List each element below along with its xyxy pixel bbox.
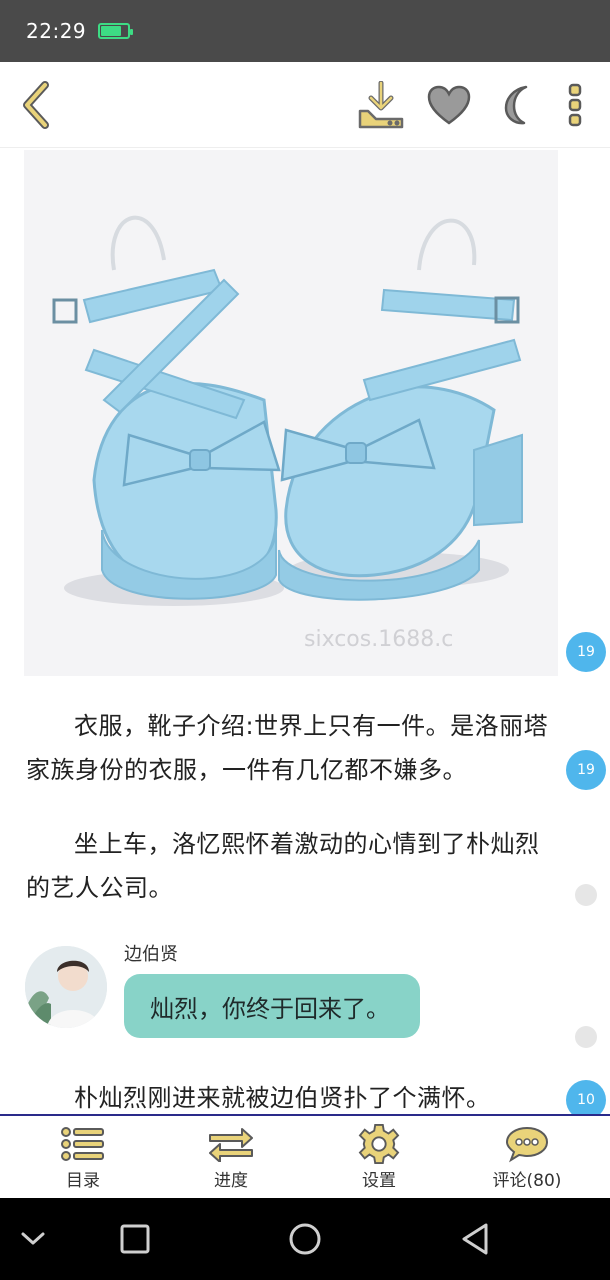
paragraph: 衣服，靴子介绍:世界上只有一件。是洛丽塔家族身份的衣服，一件有几亿都不嫌多。 bbox=[26, 712, 549, 784]
status-time: 22:29 bbox=[26, 19, 87, 43]
back-chevron-icon bbox=[23, 81, 49, 129]
reader-toolbar bbox=[0, 62, 610, 148]
battery-icon bbox=[98, 23, 134, 39]
chapter-content[interactable]: sixcos.1688.c 19 衣服，靴子介绍:世界上只有一件。是洛丽塔家族身… bbox=[0, 148, 610, 1114]
back-button[interactable] bbox=[6, 76, 64, 134]
home-button[interactable] bbox=[280, 1214, 330, 1264]
settings-gear-icon bbox=[358, 1124, 400, 1164]
progress-arrows-icon bbox=[208, 1124, 254, 1164]
comment-bubble-icon bbox=[505, 1124, 549, 1164]
image-watermark: sixcos.1688.c bbox=[304, 627, 453, 652]
battery-fill bbox=[101, 26, 121, 36]
comment-count-badge[interactable] bbox=[575, 884, 597, 906]
heart-icon bbox=[427, 85, 471, 125]
chapter-illustration: sixcos.1688.c bbox=[24, 150, 558, 676]
tab-label: 目录 bbox=[66, 1171, 100, 1191]
status-bar: 22:29 bbox=[0, 0, 610, 62]
collapse-chevron-icon bbox=[21, 1232, 45, 1245]
tab-label: 评论(80) bbox=[492, 1171, 562, 1191]
tab-settings[interactable]: 设置 bbox=[324, 1124, 434, 1196]
tab-comments[interactable]: 评论(80) bbox=[472, 1124, 582, 1196]
download-icon bbox=[358, 81, 404, 129]
tab-contents[interactable]: 目录 bbox=[28, 1124, 138, 1196]
dialogue-bubble: 灿烈，你终于回来了。 bbox=[124, 974, 420, 1038]
shoes-illustration: sixcos.1688.c bbox=[24, 150, 558, 676]
tab-label: 设置 bbox=[362, 1171, 396, 1191]
avatar[interactable] bbox=[25, 946, 107, 1028]
tab-label: 进度 bbox=[214, 1171, 248, 1191]
comment-count-badge[interactable]: 10 bbox=[566, 1080, 606, 1114]
avatar-portrait-icon bbox=[25, 946, 107, 1028]
comment-count-badge[interactable]: 19 bbox=[566, 632, 606, 672]
paragraph: 坐上车，洛忆熙怀着激动的心情到了朴灿烈的艺人公司。 bbox=[26, 830, 540, 902]
system-back-button[interactable] bbox=[450, 1214, 500, 1264]
comment-count-badge[interactable]: 19 bbox=[566, 750, 606, 790]
reader-bottom-bar: 目录 进度 设置 评论(80) bbox=[0, 1114, 610, 1198]
paragraph: 朴灿烈刚进来就被边伯贤扑了个满怀。 bbox=[74, 1084, 491, 1112]
back-icon bbox=[462, 1223, 488, 1255]
list-icon bbox=[61, 1124, 105, 1164]
comment-count-badge[interactable] bbox=[575, 1026, 597, 1048]
moon-icon bbox=[504, 85, 528, 125]
more-options-button[interactable] bbox=[546, 76, 604, 134]
download-button[interactable] bbox=[352, 76, 410, 134]
speaker-name: 边伯贤 bbox=[124, 944, 178, 965]
system-navigation-bar bbox=[0, 1198, 610, 1280]
favorite-button[interactable] bbox=[420, 76, 478, 134]
home-icon bbox=[289, 1223, 321, 1255]
tab-progress[interactable]: 进度 bbox=[176, 1124, 286, 1196]
more-vertical-icon bbox=[568, 83, 582, 127]
recent-apps-button[interactable] bbox=[110, 1214, 160, 1264]
recent-apps-icon bbox=[120, 1224, 150, 1254]
collapse-nav-button[interactable] bbox=[8, 1214, 58, 1264]
night-mode-button[interactable] bbox=[488, 76, 546, 134]
